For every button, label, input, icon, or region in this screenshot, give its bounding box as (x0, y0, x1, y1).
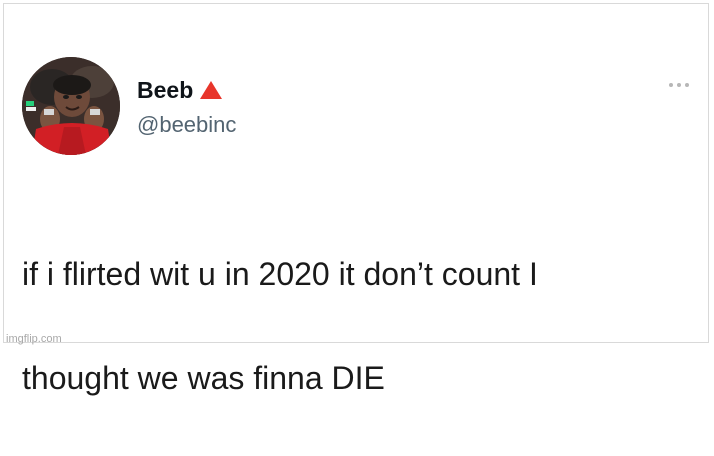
watermark: imgflip.com (6, 333, 62, 345)
display-name[interactable]: Beeb (137, 77, 193, 104)
tweet-text-line: thought we was finna DIE (22, 360, 385, 396)
avatar-photo (22, 57, 120, 155)
dot (677, 83, 681, 87)
user-handle[interactable]: @beebinc (137, 112, 236, 138)
red-triangle-icon (199, 79, 223, 101)
avatar[interactable] (22, 57, 120, 155)
dot (685, 83, 689, 87)
dot (669, 83, 673, 87)
more-options-icon[interactable] (664, 78, 694, 92)
name-row[interactable]: Beeb (137, 75, 223, 105)
tweet-text: if i flirted wit u in 2020 it don’t coun… (22, 196, 692, 456)
tweet-card: Beeb @beebinc if i flirted wit u in 2020… (0, 0, 714, 396)
tweet-text-line: if i flirted wit u in 2020 it don’t coun… (22, 256, 538, 292)
